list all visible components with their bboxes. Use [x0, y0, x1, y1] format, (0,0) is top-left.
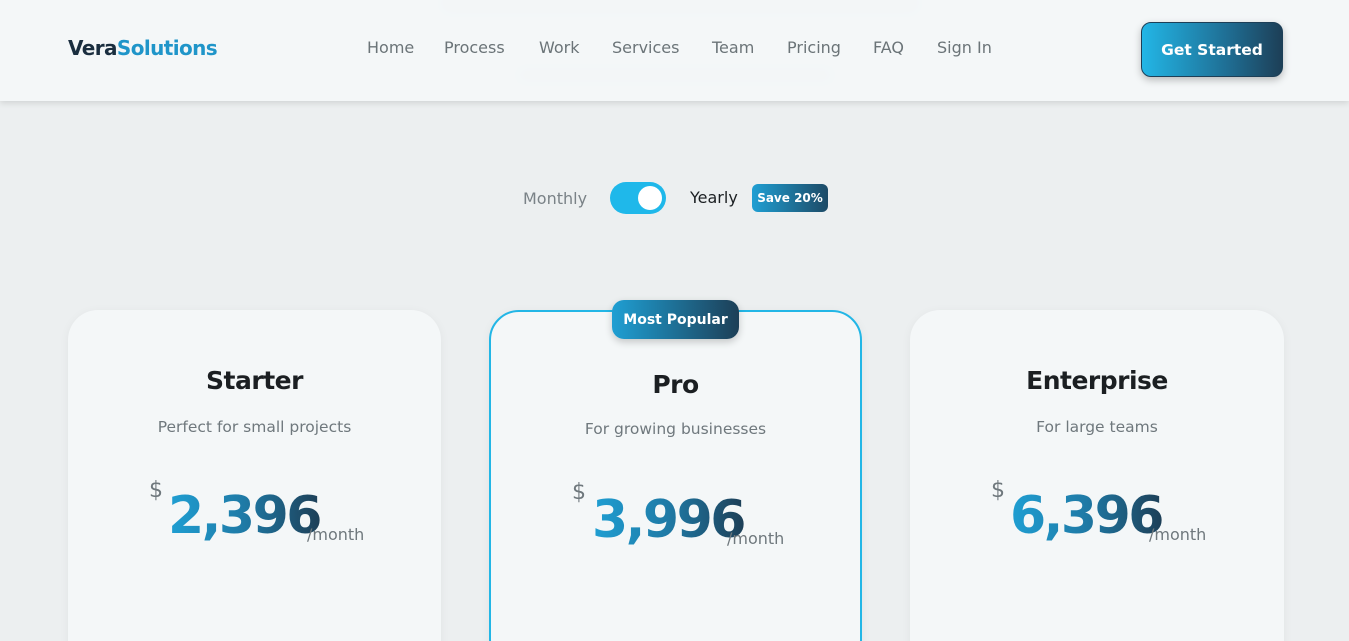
- pricing-card-starter: Starter Perfect for small projects $ 2,3…: [68, 310, 441, 641]
- billing-toggle-switch[interactable]: [610, 182, 666, 214]
- nav-process[interactable]: Process: [444, 38, 505, 57]
- price-period: /month: [307, 525, 365, 544]
- price-currency: $: [991, 478, 1005, 503]
- price-currency: $: [572, 480, 586, 505]
- nav-team[interactable]: Team: [712, 38, 754, 57]
- nav-home[interactable]: Home: [367, 38, 414, 57]
- site-header: VeraSolutions Home Process Work Services…: [0, 0, 1349, 101]
- nav-work[interactable]: Work: [539, 38, 580, 57]
- pricing-card-pro: Pro For growing businesses $ 3,996 /mont…: [489, 310, 862, 641]
- save-badge: Save 20%: [752, 184, 828, 212]
- plan-description: Perfect for small projects: [157, 418, 352, 436]
- price-amount: 2,396: [168, 486, 322, 546]
- plan-name: Starter: [206, 366, 303, 395]
- monthly-label[interactable]: Monthly: [523, 189, 587, 208]
- nav-pricing[interactable]: Pricing: [787, 38, 841, 57]
- plan-description: For growing businesses: [584, 420, 767, 438]
- nav-services[interactable]: Services: [612, 38, 679, 57]
- pricing-card-enterprise: Enterprise For large teams $ 6,396 /mont…: [910, 310, 1284, 641]
- yearly-label[interactable]: Yearly: [690, 188, 738, 207]
- nav-faq[interactable]: FAQ: [873, 38, 904, 57]
- price-period: /month: [1149, 525, 1207, 544]
- billing-toggle-row: Monthly Yearly Save 20%: [0, 180, 1349, 216]
- price-amount: 3,996: [592, 490, 746, 550]
- price-currency: $: [149, 478, 163, 503]
- plan-name: Pro: [652, 370, 699, 399]
- price-period: /month: [727, 529, 785, 548]
- get-started-button[interactable]: Get Started: [1141, 22, 1283, 77]
- price-amount: 6,396: [1010, 486, 1164, 546]
- most-popular-badge: Most Popular: [612, 300, 739, 339]
- plan-description: For large teams: [1036, 418, 1158, 436]
- plan-name: Enterprise: [1026, 366, 1168, 395]
- nav-sign-in[interactable]: Sign In: [937, 38, 992, 57]
- toggle-knob: [638, 186, 662, 210]
- plan-price: $ 6,396 /month: [910, 478, 1284, 548]
- plan-price: $ 2,396 /month: [68, 478, 441, 548]
- plan-price: $ 3,996 /month: [491, 480, 860, 550]
